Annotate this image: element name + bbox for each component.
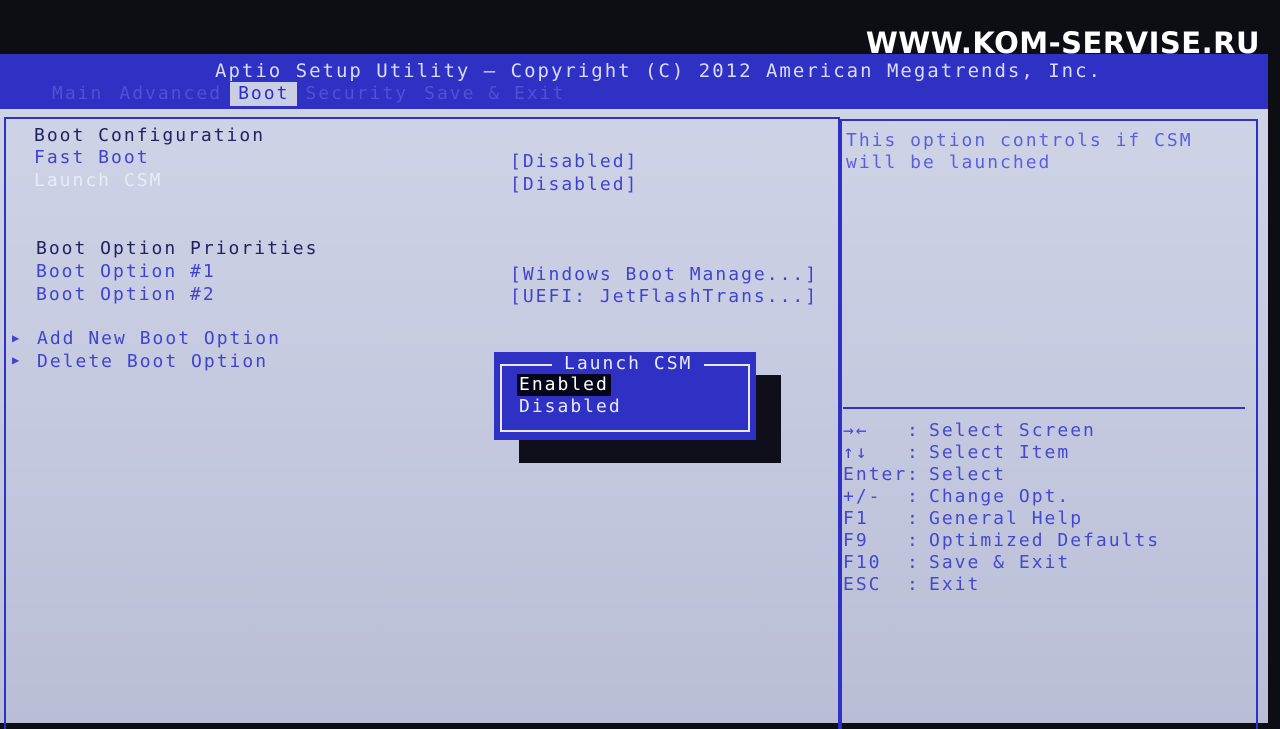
- help-line: will be launched: [846, 152, 1052, 173]
- key-name: →←: [843, 420, 869, 441]
- tab-bar: Main Advanced Boot Security Save & Exit: [44, 82, 573, 106]
- key-name: Enter: [843, 464, 908, 485]
- tab-boot[interactable]: Boot: [230, 82, 298, 106]
- popup-title: Launch CSM: [552, 353, 705, 374]
- key-legend: →←: Select Screen ↑↓: Select Item Enter: Se…: [843, 420, 1160, 596]
- delete-boot-option-link[interactable]: Delete Boot Option: [37, 351, 268, 372]
- option-enabled[interactable]: Enabled: [517, 374, 611, 396]
- bios-header: Aptio Setup Utility – Copyright (C) 2012…: [0, 54, 1268, 106]
- key-row: +/-: Change Opt.: [843, 486, 1071, 507]
- boot-configuration-heading: Boot Configuration: [34, 125, 266, 146]
- submenu-arrow-icon: ▶: [12, 353, 20, 367]
- launch-csm-popup: Launch CSM Enabled Disabled: [494, 352, 756, 440]
- key-description: Select Item: [929, 442, 1071, 463]
- tab-advanced[interactable]: Advanced: [111, 82, 230, 106]
- key-description: General Help: [929, 508, 1084, 529]
- key-row: ESC: Exit: [843, 574, 981, 595]
- key-description: Change Opt.: [929, 486, 1071, 507]
- key-name: F9: [843, 530, 869, 551]
- help-divider: [843, 407, 1245, 409]
- key-name: F1: [843, 508, 869, 529]
- launch-csm-label[interactable]: Launch CSM: [34, 170, 162, 191]
- add-new-boot-option-link[interactable]: Add New Boot Option: [37, 328, 281, 349]
- boot-option-1-value[interactable]: [Windows Boot Manage...]: [510, 264, 818, 285]
- key-name: ↑↓: [843, 442, 869, 463]
- bios-title: Aptio Setup Utility – Copyright (C) 2012…: [215, 60, 1102, 82]
- help-line: This option controls if CSM: [846, 130, 1193, 151]
- key-description: Optimized Defaults: [929, 530, 1161, 551]
- key-name: +/-: [843, 486, 882, 507]
- key-row: F9: Optimized Defaults: [843, 530, 1161, 551]
- tab-save-exit[interactable]: Save & Exit: [416, 82, 573, 106]
- key-name: ESC: [843, 574, 882, 595]
- key-row: →←: Select Screen: [843, 420, 1096, 441]
- boot-option-priorities-heading: Boot Option Priorities: [36, 238, 319, 259]
- boot-option-2-label[interactable]: Boot Option #2: [36, 284, 216, 305]
- submenu-arrow-icon: ▶: [12, 331, 20, 345]
- tab-security[interactable]: Security: [297, 82, 416, 106]
- tab-main[interactable]: Main: [44, 82, 111, 106]
- key-description: Exit: [929, 574, 981, 595]
- fast-boot-label[interactable]: Fast Boot: [34, 147, 150, 168]
- key-description: Save & Exit: [929, 552, 1071, 573]
- key-row: F10: Save & Exit: [843, 552, 1071, 573]
- key-name: F10: [843, 552, 882, 573]
- boot-option-1-label[interactable]: Boot Option #1: [36, 261, 216, 282]
- boot-option-2-value[interactable]: [UEFI: JetFlashTrans...]: [510, 286, 818, 307]
- key-row: ↑↓: Select Item: [843, 442, 1071, 463]
- key-description: Select Screen: [929, 420, 1096, 441]
- key-description: Select: [929, 464, 1007, 485]
- key-row: Enter: Select: [843, 464, 1007, 485]
- launch-csm-value[interactable]: [Disabled]: [510, 174, 638, 195]
- option-disabled[interactable]: Disabled: [519, 396, 622, 418]
- fast-boot-value[interactable]: [Disabled]: [510, 151, 638, 172]
- help-text: This option controls if CSM will be laun…: [846, 130, 1246, 174]
- key-row: F1: General Help: [843, 508, 1084, 529]
